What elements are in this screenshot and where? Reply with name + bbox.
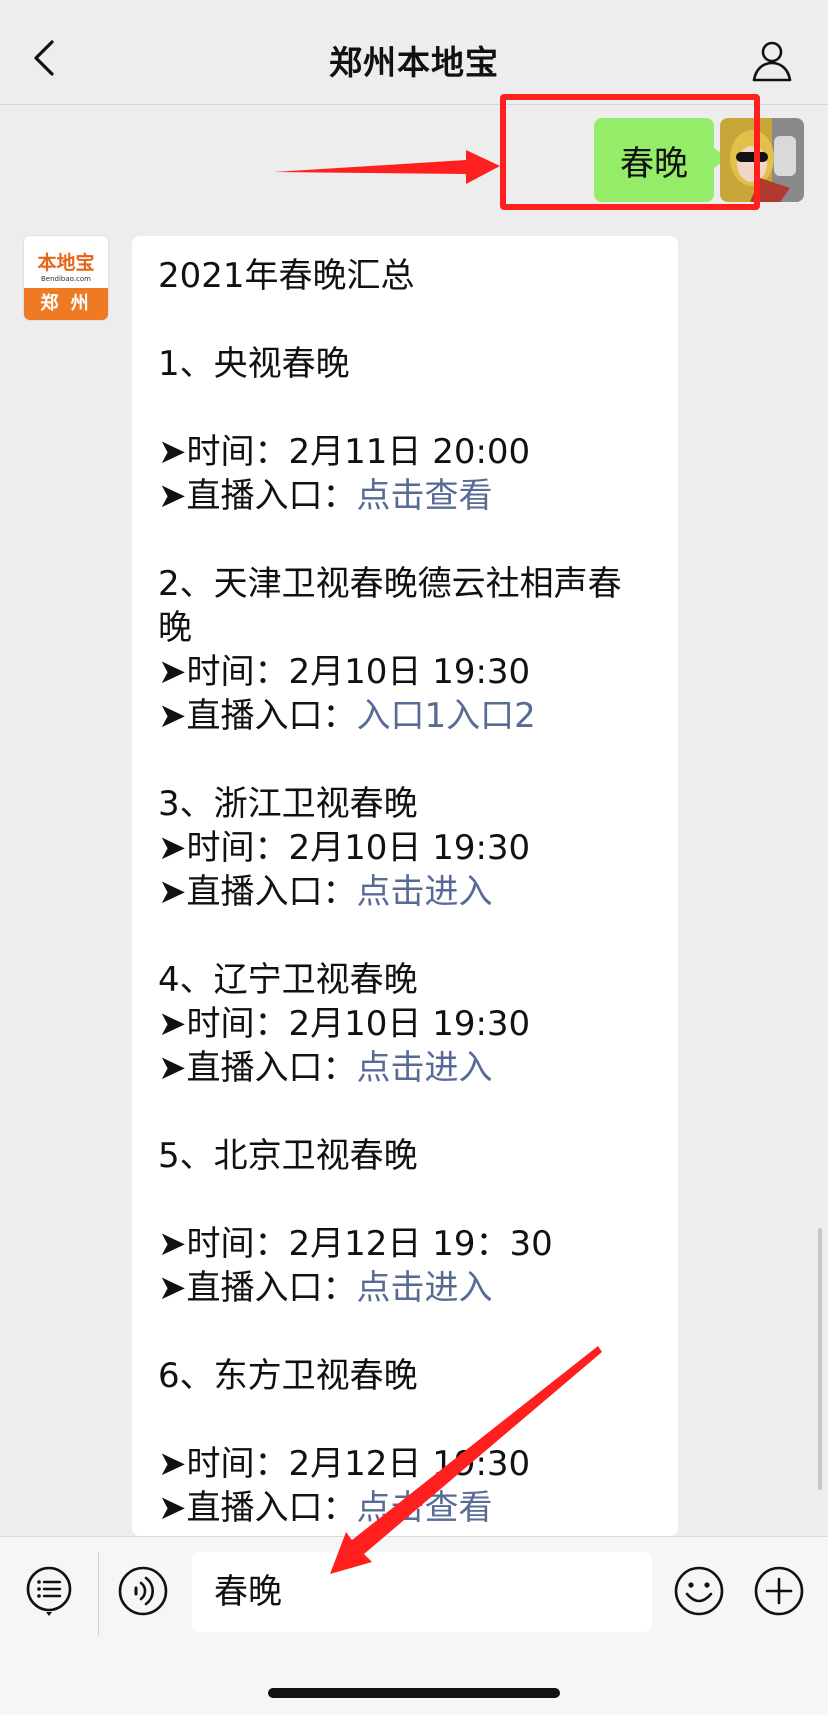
entry-link[interactable]: 点击查看 bbox=[357, 1488, 493, 1528]
avatar-city: 郑 州 bbox=[24, 288, 108, 320]
entry-label: ➤直播入口： bbox=[158, 1488, 357, 1528]
entry-link[interactable]: 点击查看 bbox=[357, 476, 493, 516]
entry-link[interactable]: 点击进入 bbox=[357, 1268, 493, 1308]
entry-link[interactable]: 点击进入 bbox=[357, 1048, 493, 1088]
entry-label: ➤直播入口： bbox=[158, 476, 357, 516]
entry-link[interactable]: 入口1入口2 bbox=[357, 696, 536, 736]
bot-avatar[interactable]: 本地宝 Bendibao.com 郑 州 bbox=[24, 236, 108, 320]
entry-link[interactable]: 点击进入 bbox=[357, 872, 493, 912]
scrollbar[interactable] bbox=[818, 1228, 822, 1490]
input-divider bbox=[98, 1552, 99, 1636]
section-entry: ➤直播入口：点击进入 bbox=[158, 870, 654, 914]
person-icon[interactable] bbox=[750, 38, 794, 82]
section-time: ➤时间：2月12日 19：30 bbox=[158, 1224, 553, 1264]
section-time: ➤时间：2月10日 19:30 bbox=[158, 1004, 531, 1044]
entry-label: ➤直播入口： bbox=[158, 1048, 357, 1088]
menu-list-icon[interactable] bbox=[22, 1564, 76, 1618]
plus-icon[interactable] bbox=[752, 1564, 806, 1618]
section-time: ➤时间：2月10日 19:30 bbox=[158, 652, 531, 692]
emoji-icon[interactable] bbox=[672, 1564, 726, 1618]
chat-header: 郑州本地宝 bbox=[0, 0, 828, 105]
entry-label: ➤直播入口： bbox=[158, 872, 357, 912]
entry-label: ➤直播入口： bbox=[158, 696, 357, 736]
message-input[interactable]: 春晚 bbox=[192, 1552, 652, 1632]
section-time: ➤时间：2月11日 20:00 bbox=[158, 432, 531, 472]
section-entry: ➤直播入口：点击进入 bbox=[158, 1046, 654, 1090]
section-entry: ➤直播入口：点击进入 bbox=[158, 1266, 654, 1310]
avatar-domain: Bendibao.com bbox=[40, 275, 91, 283]
home-indicator bbox=[268, 1688, 560, 1698]
message-input-value: 春晚 bbox=[214, 1572, 282, 1612]
entry-label: ➤直播入口： bbox=[158, 1268, 357, 1308]
section-heading: 3、浙江卫视春晚 bbox=[158, 784, 418, 824]
voice-icon[interactable] bbox=[116, 1564, 170, 1618]
arrow-to-sent-message-icon bbox=[274, 150, 500, 184]
section-heading: 5、北京卫视春晚 bbox=[158, 1136, 418, 1176]
section-entry: ➤直播入口：点击查看 bbox=[158, 474, 654, 518]
section-time: ➤时间：2月12日 19:30 bbox=[158, 1444, 531, 1484]
section-entry: ➤直播入口：入口1入口2 bbox=[158, 694, 654, 738]
highlight-box bbox=[500, 94, 760, 210]
section-entry: ➤直播入口：点击查看 bbox=[158, 1486, 654, 1530]
section-heading: 2、天津卫视春晚德云社相声春晚 bbox=[158, 564, 622, 648]
incoming-message-bubble[interactable]: 2021年春晚汇总 1、央视春晚 ➤时间：2月11日 20:00 ➤直播入口：点… bbox=[132, 236, 678, 1536]
section-heading: 1、央视春晚 bbox=[158, 344, 350, 384]
message-title: 2021年春晚汇总 bbox=[158, 256, 415, 296]
section-heading: 4、辽宁卫视春晚 bbox=[158, 960, 418, 1000]
avatar-brand: 本地宝 bbox=[37, 252, 95, 274]
section-time: ➤时间：2月10日 19:30 bbox=[158, 828, 531, 868]
section-heading: 6、东方卫视春晚 bbox=[158, 1356, 418, 1396]
chat-title: 郑州本地宝 bbox=[329, 43, 499, 82]
